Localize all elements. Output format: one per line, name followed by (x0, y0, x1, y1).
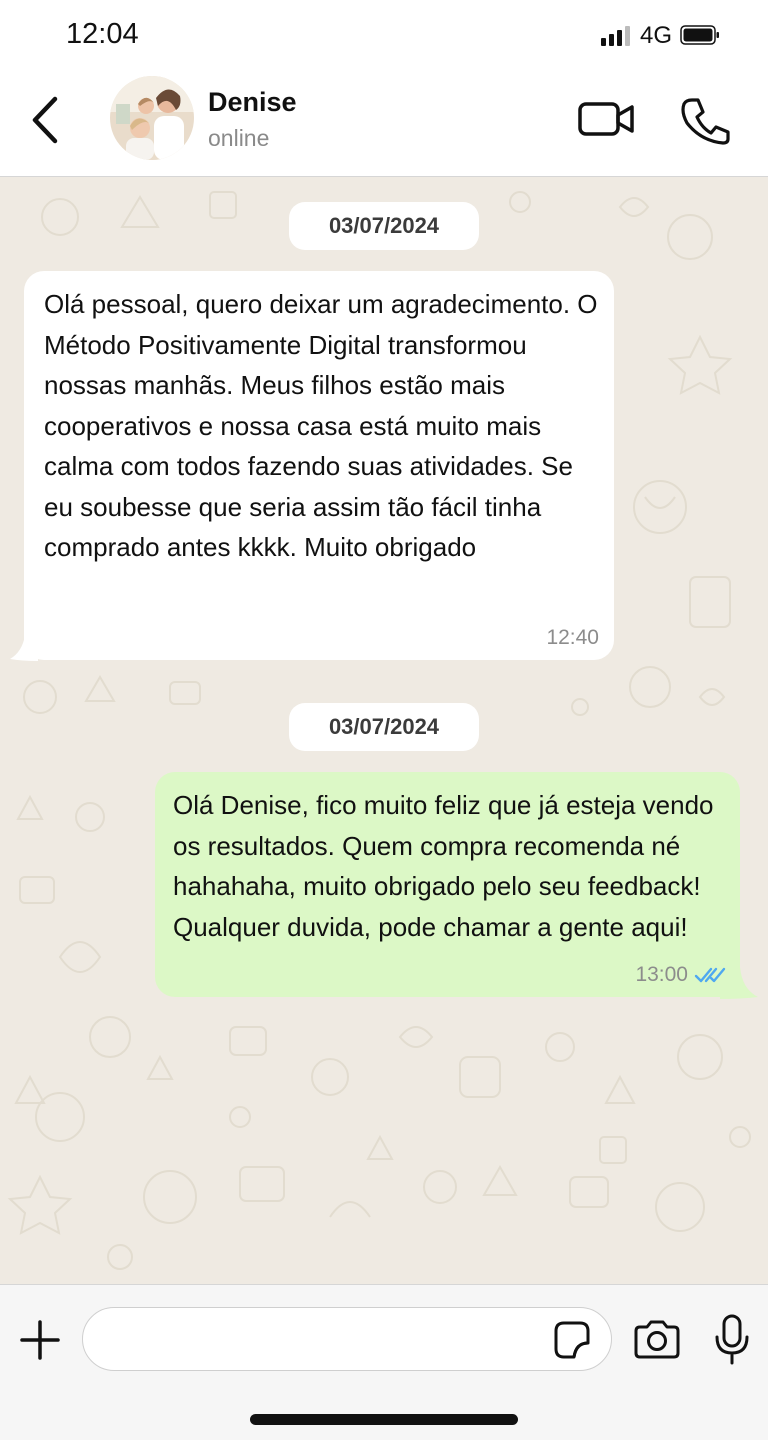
message-time: 12:40 (546, 626, 599, 649)
message-bubble-incoming[interactable]: Olá pessoal, quero deixar um agradecimen… (24, 271, 614, 660)
sticker-icon[interactable] (550, 1319, 592, 1361)
contact-status: online (208, 125, 270, 151)
date-separator: 03/07/2024 (289, 202, 479, 250)
message-bubble-outgoing[interactable]: Olá Denise, fico muito feliz que já este… (155, 772, 740, 997)
chat-area[interactable]: 03/07/2024 Olá pessoal, quero deixar um … (0, 177, 768, 1284)
plus-icon[interactable] (18, 1318, 62, 1362)
double-check-icon (694, 967, 726, 983)
status-bar: 12:04 4G (0, 0, 768, 70)
camera-icon[interactable] (632, 1319, 682, 1361)
avatar[interactable] (110, 76, 194, 160)
contact-name[interactable]: Denise (208, 87, 297, 118)
status-time: 12:04 (66, 18, 139, 50)
message-text: Olá pessoal, quero deixar um agradecimen… (44, 289, 598, 562)
message-text: Olá Denise, fico muito feliz que já este… (173, 790, 714, 942)
video-camera-icon[interactable] (574, 94, 638, 146)
date-separator: 03/07/2024 (289, 703, 479, 751)
microphone-icon[interactable] (712, 1313, 752, 1367)
phone-icon[interactable] (678, 92, 732, 148)
message-time: 13:00 (635, 963, 688, 986)
chevron-left-icon[interactable] (22, 90, 68, 150)
chat-header: Denise online (0, 70, 768, 177)
message-input-bar (0, 1284, 768, 1440)
signal-bars-icon (601, 24, 631, 46)
battery-full-icon (680, 25, 719, 45)
message-input[interactable] (82, 1307, 612, 1371)
network-label: 4G (640, 22, 673, 49)
home-indicator (250, 1414, 518, 1425)
